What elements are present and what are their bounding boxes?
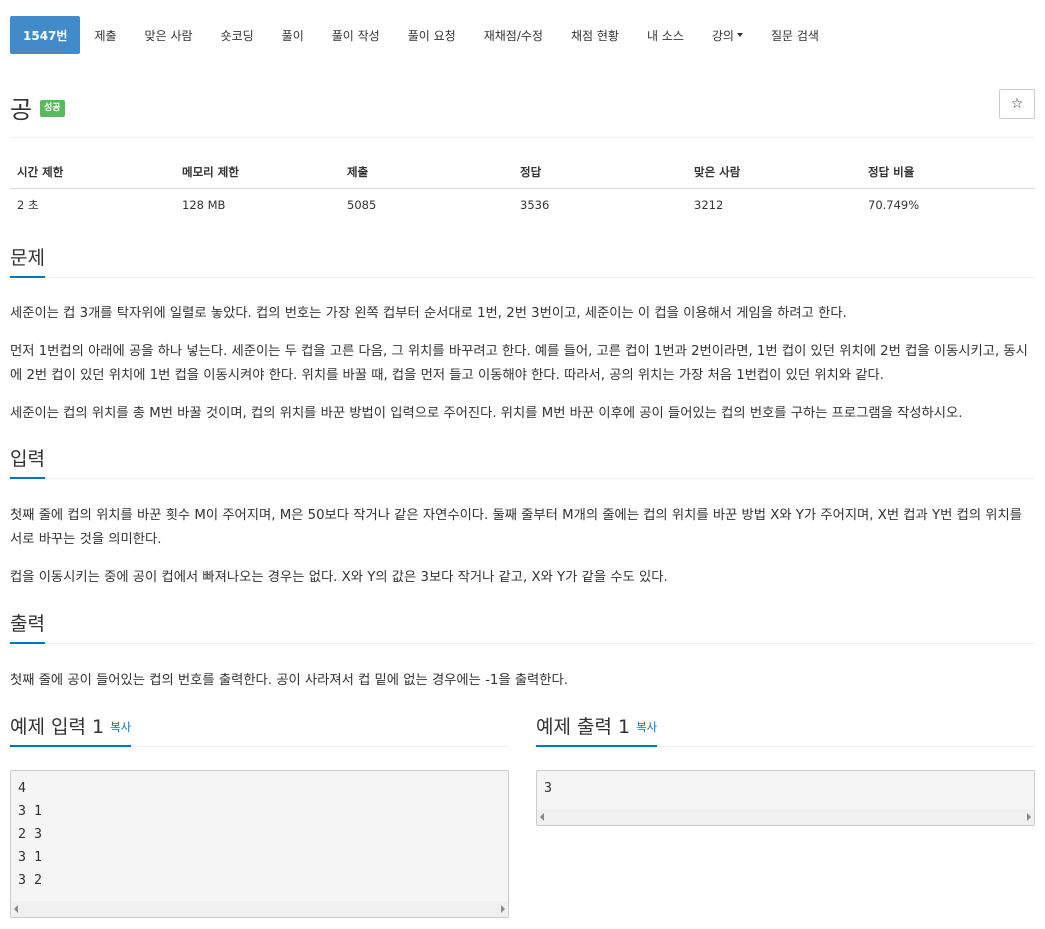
example-output-title-text: 예제 출력 1 (536, 716, 631, 738)
code-line: 3 1 (18, 804, 43, 819)
scroll-left-icon[interactable] (14, 905, 18, 913)
table-header-row: 시간 제한 메모리 제한 제출 정답 맞은 사람 정답 비율 (10, 156, 1035, 189)
table-header: 메모리 제한 (175, 156, 340, 189)
favorite-star-button[interactable]: ☆ (999, 89, 1035, 119)
table-cell: 70.749% (868, 198, 920, 213)
nav-problem-number[interactable]: 1547번 (10, 16, 81, 54)
nav-lecture-label: 강의 (711, 28, 734, 43)
table-header: 제출 (340, 156, 513, 189)
nav-my-source[interactable]: 내 소스 (633, 16, 698, 54)
example-input-copy-link[interactable]: 복사 (110, 720, 131, 734)
table-cell: 2 초 (17, 198, 39, 213)
nav-rejudge[interactable]: 재채점/수정 (470, 16, 557, 54)
section-output-header: 출력 (10, 610, 1035, 644)
description-paragraph-1: 세준이는 컵 3개를 탁자위에 일렬로 놓았다. 컵의 번호는 가장 왼쪽 컵부… (10, 306, 847, 321)
table-cell: 5085 (347, 198, 377, 213)
section-input-title: 입력 (10, 447, 45, 479)
table-cell: 3536 (520, 198, 550, 213)
horizontal-scrollbar[interactable] (537, 809, 1034, 825)
description-paragraph-2: 먼저 1번컵의 아래에 공을 하나 넣는다. 세준이는 두 컵을 고른 다음, … (10, 344, 1028, 383)
nav-question-search[interactable]: 질문 검색 (757, 16, 833, 54)
code-line: 3 2 (18, 873, 43, 888)
example-output-title: 예제 출력 1 복사 (536, 715, 658, 747)
code-line: 2 3 (18, 827, 43, 842)
output-paragraph-1: 첫째 줄에 공이 들어있는 컵의 번호를 출력한다. 공이 사라져서 컵 밑에 … (10, 673, 568, 688)
table-cell: 128 MB (182, 198, 226, 213)
problem-info-table: 시간 제한 메모리 제한 제출 정답 맞은 사람 정답 비율 2 초 128 M… (10, 156, 1035, 222)
status-badge: 성공 (40, 100, 65, 117)
nav-solutions[interactable]: 풀이 (268, 16, 318, 54)
nav-request-solution[interactable]: 풀이 요청 (394, 16, 470, 54)
example-output-header: 예제 출력 1 복사 (536, 713, 1035, 747)
example-input-header: 예제 입력 1 복사 (10, 713, 509, 747)
scroll-right-icon[interactable] (501, 905, 505, 913)
problem-title-row: 공 성공 ☆ (10, 86, 1035, 138)
scroll-left-icon[interactable] (540, 813, 544, 821)
code-line: 4 (18, 781, 27, 796)
table-header: 정답 비율 (861, 156, 1035, 189)
problem-nav: 1547번 제출 맞은 사람 숏코딩 풀이 풀이 작성 풀이 요청 재채점/수정… (10, 16, 833, 54)
horizontal-scrollbar[interactable] (11, 901, 508, 917)
section-description-header: 문제 (10, 244, 1035, 278)
section-description-title: 문제 (10, 246, 45, 278)
table-header: 맞은 사람 (687, 156, 861, 189)
input-paragraph-2: 컵을 이동시키는 중에 공이 컵에서 빠져나오는 경우는 없다. X와 Y의 값… (10, 570, 668, 585)
example-output-block[interactable]: 3 (536, 770, 1035, 826)
section-output-title: 출력 (10, 612, 45, 644)
description-paragraph-3: 세준이는 컵의 위치를 총 M번 바꿀 것이며, 컵의 위치를 바꾼 방법이 입… (10, 406, 963, 421)
nav-write-solution[interactable]: 풀이 작성 (318, 16, 394, 54)
star-icon: ☆ (1010, 96, 1024, 112)
table-row: 2 초 128 MB 5085 3536 3212 70.749% (10, 189, 1035, 222)
code-line: 3 (544, 781, 553, 796)
table-header: 시간 제한 (10, 156, 175, 189)
example-input-title: 예제 입력 1 복사 (10, 715, 132, 747)
input-paragraph-1: 첫째 줄에 컵의 위치를 바꾼 횟수 M이 주어지며, M은 50보다 작거나 … (10, 508, 1022, 547)
nav-status[interactable]: 채점 현황 (557, 16, 633, 54)
code-line: 3 1 (18, 850, 43, 865)
nav-lecture-dropdown[interactable]: 강의 (698, 16, 757, 54)
chevron-down-icon (736, 33, 743, 37)
scroll-right-icon[interactable] (1027, 813, 1031, 821)
nav-solved-users[interactable]: 맞은 사람 (131, 16, 207, 54)
table-header: 정답 (513, 156, 687, 189)
page-title: 공 (10, 96, 33, 124)
nav-short-coding[interactable]: 숏코딩 (207, 16, 268, 54)
example-input-title-text: 예제 입력 1 (10, 716, 105, 738)
example-output-copy-link[interactable]: 복사 (636, 720, 657, 734)
example-input-block[interactable]: 4 3 1 2 3 3 1 3 2 (10, 770, 509, 918)
nav-submit[interactable]: 제출 (80, 16, 130, 54)
table-cell: 3212 (694, 198, 724, 213)
section-input-header: 입력 (10, 445, 1035, 479)
